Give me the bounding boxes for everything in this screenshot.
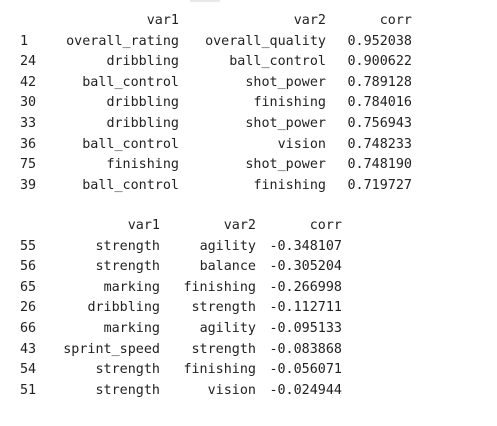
cell-var1: marking [103, 320, 160, 336]
cell-var2: ball_control [229, 54, 326, 70]
row-index: 56 [20, 259, 37, 275]
cell-corr: -0.095133 [269, 320, 342, 336]
row-index: 75 [20, 157, 37, 173]
cell-var2: shot_power [245, 115, 326, 131]
cell-var2: shot_power [245, 74, 326, 90]
cell-var1: strength [95, 362, 161, 378]
row-index: 1 [20, 33, 29, 49]
cell-corr: -0.083868 [269, 341, 342, 357]
header-var1: var1 [146, 13, 179, 28]
cell-corr: 0.719727 [347, 177, 413, 193]
table-row: 65 marking finishing -0.266998 [20, 278, 342, 299]
row-index: 24 [20, 54, 37, 70]
cell-corr: 0.952038 [347, 33, 413, 49]
table-row: 55 strength agility -0.348107 [20, 237, 342, 258]
row-index: 65 [20, 279, 37, 295]
cell-var2: overall_quality [205, 33, 326, 49]
cell-var2: finishing [253, 177, 326, 193]
scroll-edge-divider [190, 0, 220, 2]
cell-corr: -0.112711 [269, 300, 342, 316]
row-index: 42 [20, 74, 37, 90]
cell-corr: 0.748190 [347, 157, 413, 173]
cell-corr: -0.024944 [269, 382, 342, 398]
cell-var2: balance [199, 259, 256, 275]
cell-var1: sprint_speed [63, 341, 160, 357]
cell-corr: 0.789128 [347, 74, 413, 90]
header-corr: corr [309, 218, 342, 233]
cell-var2: finishing [183, 362, 256, 378]
cell-var2: strength [191, 300, 257, 316]
cell-corr: 0.900622 [347, 54, 413, 70]
row-index: 39 [20, 177, 37, 193]
row-index: 26 [20, 300, 37, 316]
table-row: 24 dribbling ball_control 0.900622 [20, 52, 412, 73]
table-row: 43 sprint_speed strength -0.083868 [20, 340, 342, 361]
cell-var1: overall_rating [66, 33, 179, 49]
table-row: 66 marking agility -0.095133 [20, 319, 342, 340]
table-row: 1 overall_rating overall_quality 0.95203… [20, 32, 412, 53]
cell-var1: finishing [106, 157, 179, 173]
header-corr: corr [379, 13, 412, 28]
row-index: 66 [20, 320, 37, 336]
cell-var2: shot_power [245, 157, 326, 173]
table-row: 33 dribbling shot_power 0.756943 [20, 114, 412, 135]
dataframe-top-positive-correlations: var1 var2 corr 1 overall_rating overall_… [20, 11, 412, 196]
table-body: 55 strength agility -0.348107 56 strengt… [20, 237, 342, 402]
cell-var2: finishing [183, 279, 256, 295]
header-index [20, 216, 56, 237]
cell-corr: -0.266998 [269, 279, 342, 295]
header-row: var1 var2 corr [20, 216, 342, 237]
table-row: 51 strength vision -0.024944 [20, 381, 342, 402]
cell-var1: marking [103, 279, 160, 295]
header-row: var1 var2 corr [20, 11, 412, 32]
table-body: 1 overall_rating overall_quality 0.95203… [20, 32, 412, 197]
cell-var1: dribbling [106, 95, 179, 111]
header-index [20, 11, 56, 32]
table-row: 54 strength finishing -0.056071 [20, 360, 342, 381]
table-row: 39 ball_control finishing 0.719727 [20, 176, 412, 197]
row-index: 36 [20, 136, 37, 152]
cell-var1: strength [95, 382, 161, 398]
cell-var2: finishing [253, 95, 326, 111]
cell-corr: -0.056071 [269, 362, 342, 378]
cell-var2: strength [191, 341, 257, 357]
table-row: 36 ball_control vision 0.748233 [20, 135, 412, 156]
cell-var1: dribbling [87, 300, 160, 316]
cell-corr: -0.305204 [269, 259, 342, 275]
cell-var2: vision [277, 136, 326, 152]
notebook-output-area: var1 var2 corr 1 overall_rating overall_… [0, 0, 497, 426]
cell-corr: 0.784016 [347, 95, 413, 111]
cell-corr: -0.348107 [269, 238, 342, 254]
row-index: 43 [20, 341, 37, 357]
cell-var1: dribbling [106, 54, 179, 70]
row-index: 30 [20, 95, 37, 111]
table-row: 42 ball_control shot_power 0.789128 [20, 73, 412, 94]
table-row: 30 dribbling finishing 0.784016 [20, 93, 412, 114]
table-header: var1 var2 corr [20, 216, 342, 237]
cell-var1: dribbling [106, 115, 179, 131]
table-row: 56 strength balance -0.305204 [20, 257, 342, 278]
row-index: 54 [20, 362, 37, 378]
cell-var2: agility [199, 238, 256, 254]
cell-var1: strength [95, 238, 161, 254]
row-index: 33 [20, 115, 37, 131]
cell-var1: strength [95, 259, 161, 275]
row-index: 51 [20, 382, 37, 398]
table-row: 26 dribbling strength -0.112711 [20, 298, 342, 319]
table-header: var1 var2 corr [20, 11, 412, 32]
cell-var2: vision [207, 382, 256, 398]
cell-corr: 0.756943 [347, 115, 413, 131]
header-var1: var1 [127, 218, 160, 233]
cell-var1: ball_control [82, 177, 179, 193]
row-index: 55 [20, 238, 37, 254]
cell-corr: 0.748233 [347, 136, 413, 152]
dataframe-top-negative-correlations: var1 var2 corr 55 strength agility -0.34… [20, 216, 342, 401]
cell-var2: agility [199, 320, 256, 336]
cell-var1: ball_control [82, 136, 179, 152]
header-var2: var2 [293, 13, 326, 28]
header-var2: var2 [223, 218, 256, 233]
cell-var1: ball_control [82, 74, 179, 90]
table-row: 75 finishing shot_power 0.748190 [20, 155, 412, 176]
